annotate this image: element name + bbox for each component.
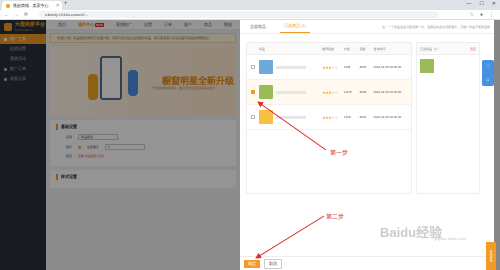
drawer-footer: 确定 取消	[240, 256, 494, 270]
selected-products-panel: 已选商品（1） 清空	[416, 42, 480, 194]
close-tab-icon[interactable]: ×	[56, 3, 59, 9]
new-tab-button[interactable]: +	[64, 1, 68, 7]
drawer-note: 注：一个商品最多只能选择一次，选择后将会在顶部展示，已推广商品不能再选择	[381, 24, 490, 29]
table-row[interactable]: ★★★★★ 1308 8606 2022-04-25 00:00:00	[247, 105, 411, 130]
rating-stars-icon: ★★★★★	[322, 64, 338, 70]
product-sales: 6848	[359, 90, 367, 94]
table-row[interactable]: ★★★★★ 11175 6848 2022-04-25 00:00:00	[247, 80, 411, 105]
step-one-label: 第一步	[330, 151, 349, 157]
cancel-button[interactable]: 取消	[264, 258, 282, 269]
favicon-icon	[6, 3, 10, 8]
online-chat-button[interactable]: 在线咨询	[486, 242, 496, 270]
column-header: 商品	[258, 46, 265, 51]
reload-icon[interactable]: ⟳	[24, 12, 28, 18]
product-sales: 8660	[359, 65, 367, 69]
selected-product-thumbnail	[420, 59, 434, 73]
column-header: 销量	[359, 46, 366, 51]
column-header: 发布时间	[373, 46, 386, 51]
browser-tabbar: 铁赵商城 - 卖家中心 × + — ☐ ✕	[0, 0, 500, 10]
minimize-button[interactable]: —	[466, 1, 471, 7]
row-checkbox[interactable]	[250, 65, 255, 69]
browser-tab-title: 铁赵商城 - 卖家中心	[13, 2, 49, 8]
row-checkbox[interactable]	[250, 90, 255, 94]
address-bar: ← → ⟳ tuliaoty.1048a.cosiu/#/... ☆ ● ⋮	[0, 10, 500, 20]
browser-menu-icon[interactable]: ⋮	[489, 12, 494, 18]
browser-tab[interactable]: 铁赵商城 - 卖家中心 ×	[2, 1, 62, 10]
watermark-url: jingyan.baidu.com	[434, 236, 467, 241]
product-name-blurred	[275, 115, 306, 119]
product-name-blurred	[275, 65, 306, 69]
home-icon[interactable]: ⌂	[486, 77, 489, 83]
drawer-tabs: 全部商品 已选商品 (1) 注：一个商品最多只能选择一次，选择后将会在顶部展示，…	[240, 20, 494, 34]
url-text: tuliaoty.1048a.cosiu/#/...	[45, 12, 89, 17]
window-controls: — ☐ ✕	[466, 1, 496, 7]
selected-panel-header: 已选商品（1） 清空	[417, 43, 479, 55]
product-time: 2022-04-25 00:00:00	[373, 90, 402, 94]
forward-icon[interactable]: →	[14, 12, 19, 18]
profile-icon[interactable]: ●	[480, 12, 483, 18]
product-list: 商品 推荐指数 价格 销量 发布时间 ★★★★★ 1158 8660 2022-…	[246, 42, 412, 194]
scroll-top-icon[interactable]: ↑	[487, 64, 490, 70]
product-thumbnail	[258, 85, 273, 99]
product-price: 1158	[343, 65, 351, 69]
product-thumbnail	[258, 110, 273, 124]
tab-selected-products[interactable]: 已选商品 (1)	[280, 20, 310, 33]
maximize-button[interactable]: ☐	[479, 1, 483, 7]
product-price: 11175	[343, 90, 352, 94]
product-price: 1308	[343, 115, 351, 119]
floating-toolbar: ↑ ⌂	[482, 60, 494, 86]
watermark-logo: Baidu经验	[380, 225, 443, 240]
rating-stars-icon: ★★★★★	[322, 89, 338, 95]
clear-selection-link[interactable]: 清空	[470, 47, 476, 51]
row-checkbox[interactable]	[250, 115, 255, 119]
rating-stars-icon: ★★★★★	[322, 114, 338, 120]
back-icon[interactable]: ←	[4, 12, 9, 18]
step-two-label: 第二步	[326, 215, 345, 221]
selected-panel-title: 已选商品（1）	[420, 46, 440, 51]
confirm-button[interactable]: 确定	[244, 259, 260, 268]
column-header: 推荐指数	[322, 46, 335, 51]
table-header: 商品 推荐指数 价格 销量 发布时间	[247, 43, 411, 55]
tab-all-products[interactable]: 全部商品	[246, 21, 270, 33]
url-field[interactable]: tuliaoty.1048a.cosiu/#/...	[39, 11, 440, 18]
product-time: 2022-04-25 00:00:00	[373, 65, 402, 69]
table-row[interactable]: ★★★★★ 1158 8660 2022-04-25 00:00:00	[247, 55, 411, 80]
product-time: 2022-04-25 00:00:00	[373, 115, 402, 119]
product-thumbnail	[258, 60, 273, 74]
column-header: 价格	[343, 46, 350, 51]
bookmark-star-icon[interactable]: ☆	[469, 12, 473, 18]
product-sales: 8606	[359, 115, 367, 119]
product-select-drawer: 全部商品 已选商品 (1) 注：一个商品最多只能选择一次，选择后将会在顶部展示，…	[240, 20, 494, 270]
close-window-button[interactable]: ✕	[492, 1, 496, 7]
product-name-blurred	[275, 90, 306, 94]
